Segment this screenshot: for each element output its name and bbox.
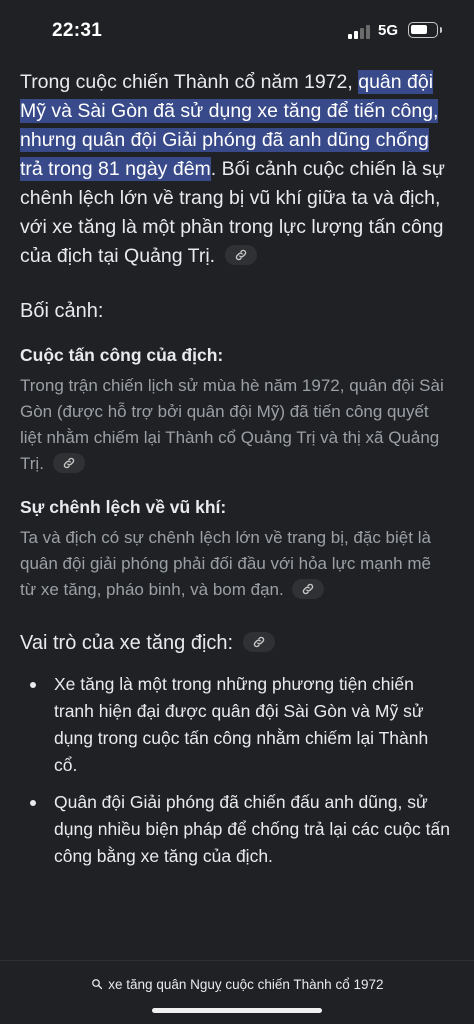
enemy-attack-source-link[interactable]: [52, 452, 85, 473]
context-heading: Bối cảnh:: [20, 300, 104, 322]
link-icon: [63, 457, 74, 468]
bullet-dot: [30, 800, 36, 806]
tank-role-heading: Vai trò của xe tăng địch:: [20, 629, 450, 657]
battery-icon: [408, 22, 438, 38]
list-item: Quân đội Giải phóng đã chiến đấu anh dũn…: [20, 789, 450, 870]
intro-paragraph: Trong cuộc chiến Thành cổ năm 1972, quân…: [20, 68, 450, 271]
search-query-text: xe tăng quân Nguỵ cuộc chiến Thành cổ 19…: [108, 977, 384, 992]
tank-role-list: Xe tăng là một trong những phương tiện c…: [20, 671, 450, 870]
enemy-attack-title: Cuộc tấn công của địch:: [20, 345, 224, 365]
bottom-bar: xe tăng quân Nguỵ cuộc chiến Thành cổ 19…: [0, 960, 474, 1024]
list-item-text: Xe tăng là một trong những phương tiện c…: [54, 674, 429, 775]
network-type: 5G: [378, 22, 399, 39]
link-icon: [253, 636, 264, 647]
intro-text-before: Trong cuộc chiến Thành cổ năm 1972,: [20, 71, 359, 93]
bullet-dot: [30, 682, 36, 688]
search-query-row[interactable]: xe tăng quân Nguỵ cuộc chiến Thành cổ 19…: [0, 977, 474, 992]
list-item: Xe tăng là một trong những phương tiện c…: [20, 671, 450, 779]
home-indicator[interactable]: [152, 1008, 322, 1013]
intro-source-link[interactable]: [224, 244, 257, 265]
weapon-gap-title: Sự chênh lệch về vũ khí:: [20, 497, 227, 517]
tank-role-heading-text: Vai trò của xe tăng địch:: [20, 632, 234, 654]
list-item-text: Quân đội Giải phóng đã chiến đấu anh dũn…: [54, 792, 450, 866]
enemy-attack-text: Trong trận chiến lịch sử mùa hè năm 1972…: [20, 373, 450, 477]
answer-content: Trong cuộc chiến Thành cổ năm 1972, quân…: [20, 68, 450, 880]
link-icon: [303, 583, 314, 594]
weapon-gap-body: Ta và địch có sự chênh lệch lớn về trang…: [20, 528, 431, 599]
link-icon: [235, 249, 246, 261]
battery-tip: [440, 27, 442, 33]
weapon-gap-source-link[interactable]: [292, 578, 325, 599]
signal-strength-icon: [348, 24, 372, 39]
search-icon: [91, 979, 102, 990]
status-bar: 22:31 5G: [0, 0, 474, 62]
weapon-gap-text: Ta và địch có sự chênh lệch lớn về trang…: [20, 525, 450, 603]
tank-role-source-link[interactable]: [242, 631, 275, 652]
status-time: 22:31: [52, 20, 103, 41]
